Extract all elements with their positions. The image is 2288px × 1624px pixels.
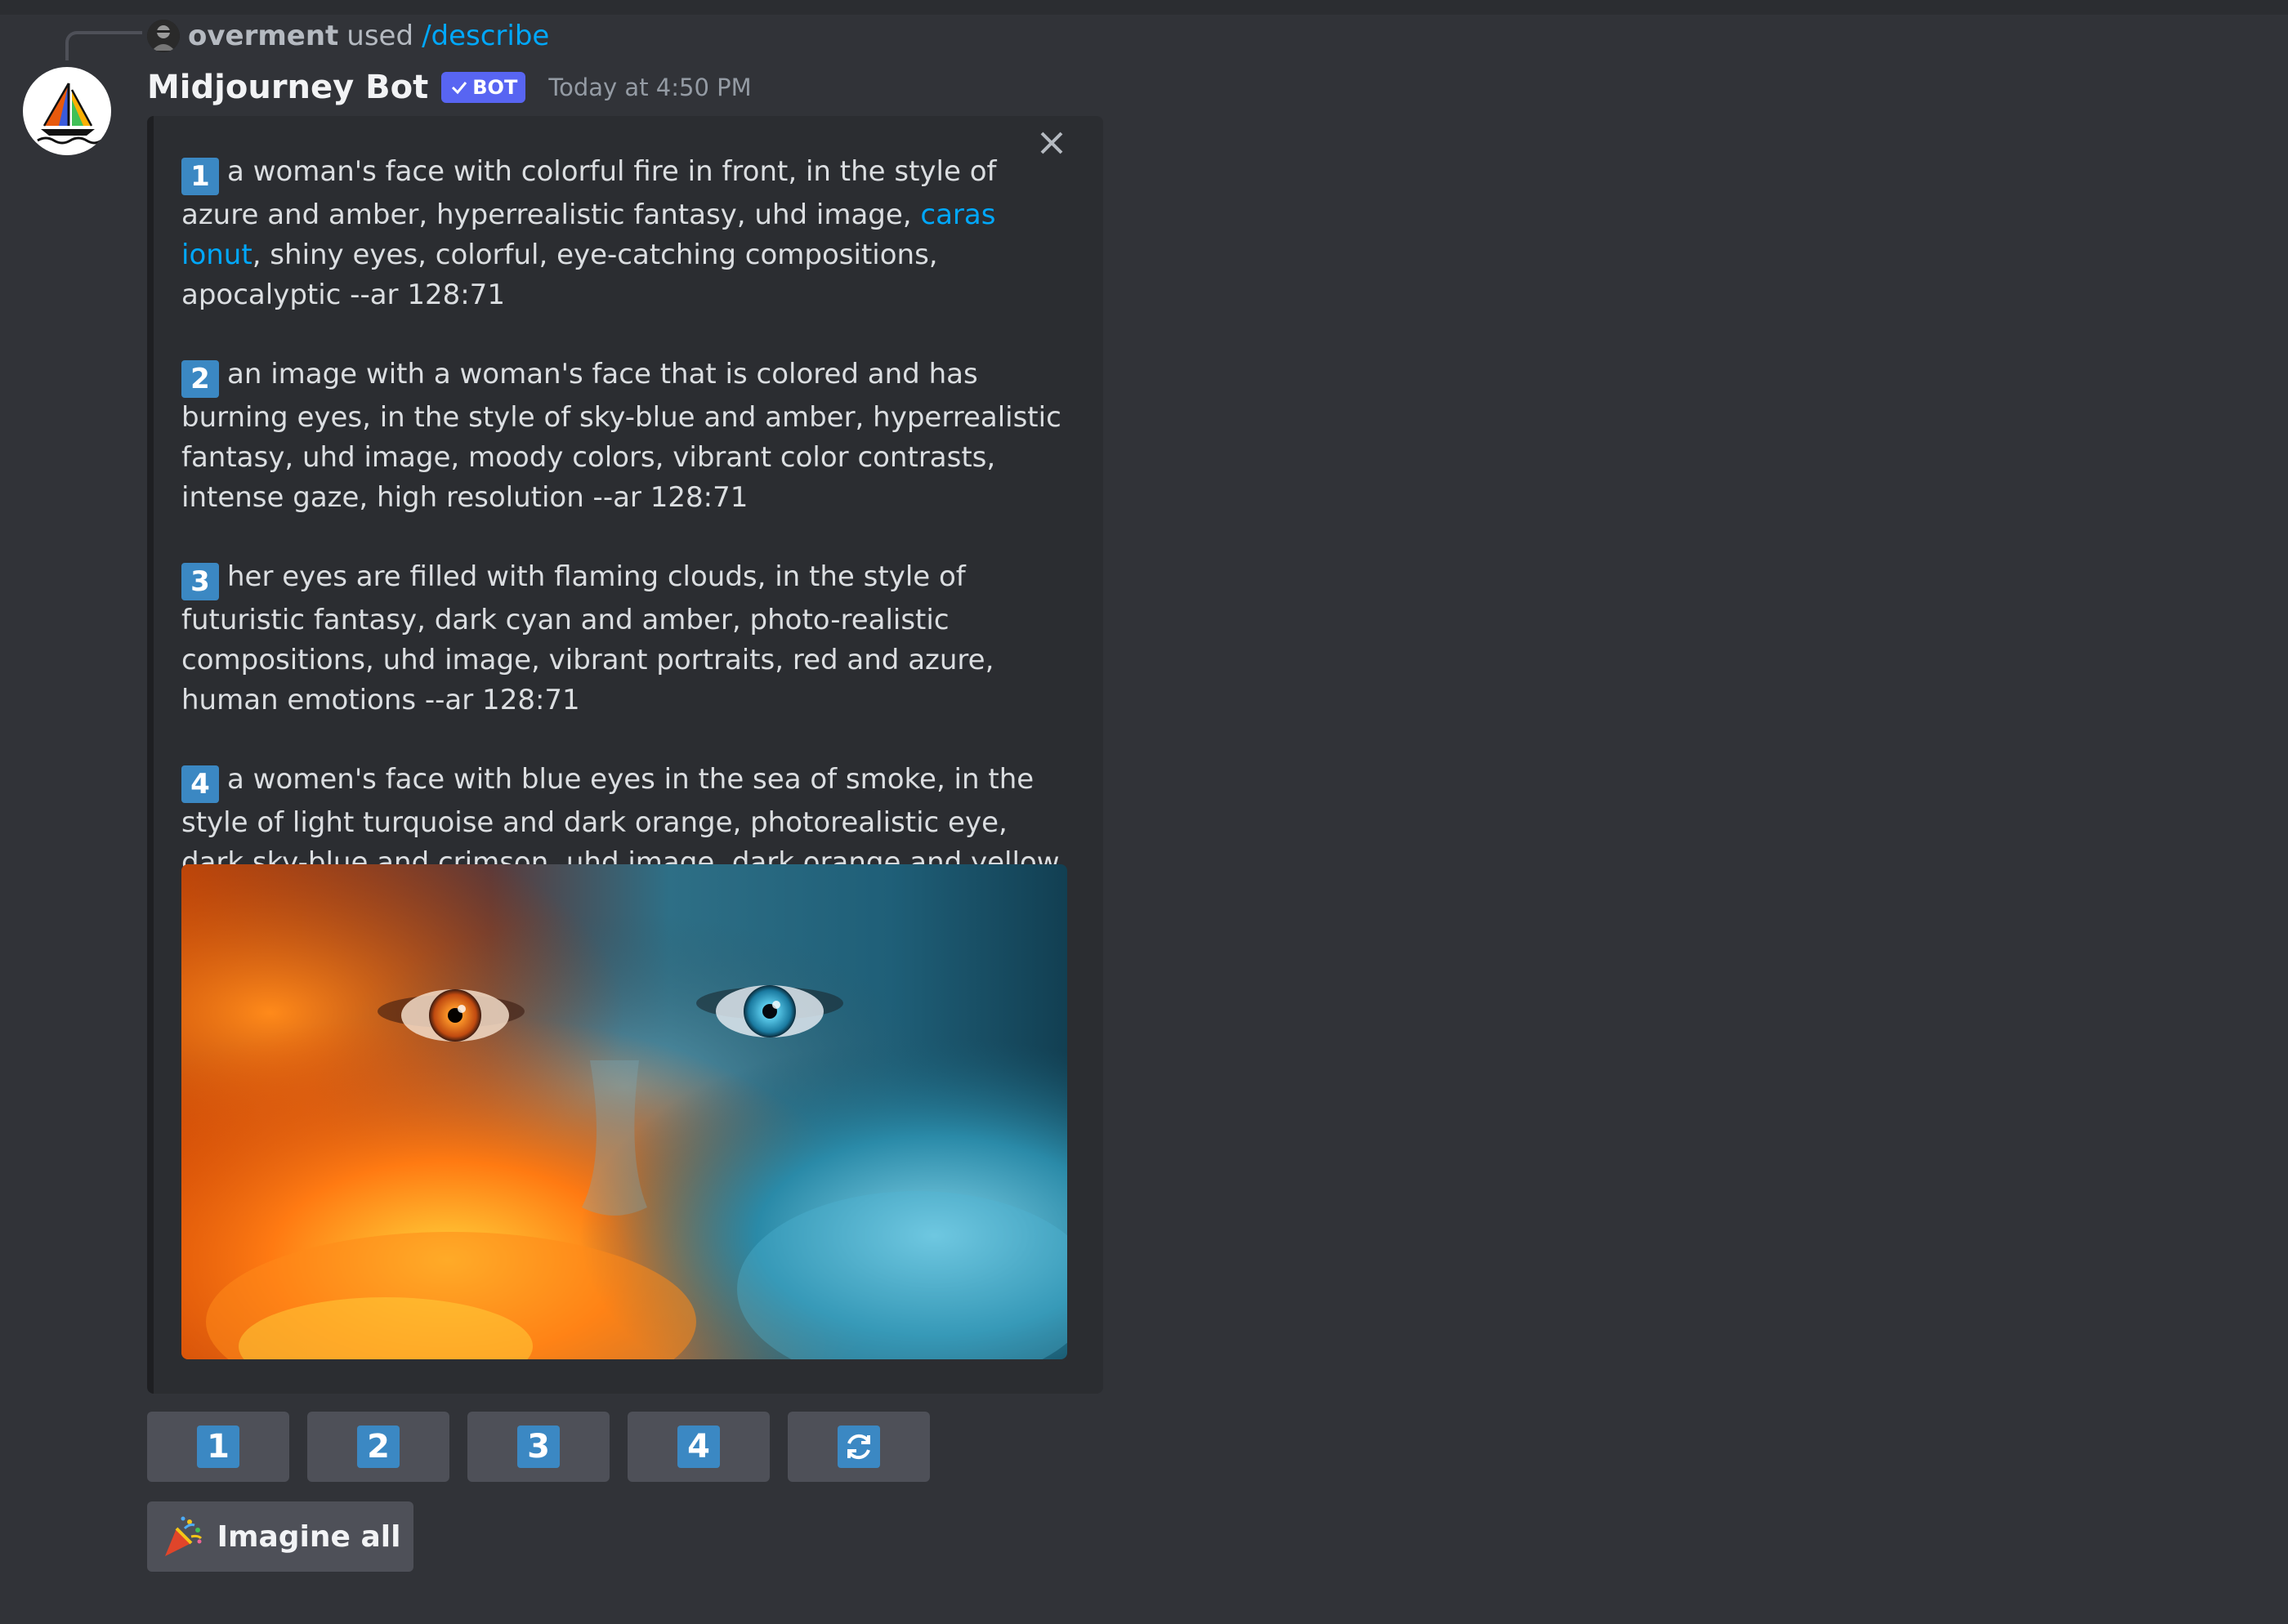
refresh-icon bbox=[838, 1425, 880, 1468]
bot-username[interactable]: Midjourney Bot bbox=[147, 69, 428, 106]
action-buttons: 1 2 3 4 bbox=[147, 1412, 930, 1482]
checkmark-icon bbox=[452, 82, 467, 95]
imagine-2-button[interactable]: 2 bbox=[307, 1412, 449, 1482]
imagine-all-label: Imagine all bbox=[217, 1519, 401, 1554]
reply-command[interactable]: /describe bbox=[422, 20, 549, 52]
reply-reference[interactable]: overment used /describe bbox=[147, 16, 549, 56]
bot-badge-label: BOT bbox=[472, 76, 518, 99]
description-item: 2 an image with a woman's face that is co… bbox=[181, 355, 1072, 518]
reply-connector bbox=[65, 31, 142, 60]
imagine-3-button[interactable]: 3 bbox=[467, 1412, 610, 1482]
keycap-1-icon: 1 bbox=[181, 158, 219, 195]
keycap-4-icon: 4 bbox=[677, 1425, 720, 1468]
reply-user-avatar[interactable] bbox=[147, 20, 180, 52]
imagine-4-button[interactable]: 4 bbox=[628, 1412, 770, 1482]
bot-avatar[interactable] bbox=[23, 67, 111, 155]
keycap-2-icon: 2 bbox=[181, 360, 219, 398]
keycap-1-icon: 1 bbox=[197, 1425, 239, 1468]
reply-username[interactable]: overment bbox=[188, 20, 338, 52]
bot-badge: BOT bbox=[441, 72, 526, 103]
message-timestamp[interactable]: Today at 4:50 PM bbox=[548, 74, 751, 101]
refresh-button[interactable] bbox=[788, 1412, 930, 1482]
description-text: her eyes are filled with flaming clouds,… bbox=[181, 560, 994, 716]
description-text: an image with a woman's face that is col… bbox=[181, 358, 1061, 514]
description-item: 3 her eyes are filled with flaming clouds… bbox=[181, 557, 1072, 721]
keycap-3-icon: 3 bbox=[181, 563, 219, 600]
descriptions: 1a woman's face with colorful fire in fr… bbox=[181, 152, 1072, 962]
imagine-1-button[interactable]: 1 bbox=[147, 1412, 289, 1482]
embed-image[interactable] bbox=[181, 864, 1067, 1359]
fire-face-image bbox=[181, 864, 1067, 1359]
describe-embed: 1a woman's face with colorful fire in fr… bbox=[147, 116, 1103, 1394]
description-item: 1a woman's face with colorful fire in fr… bbox=[181, 152, 1072, 315]
reply-used-text: used bbox=[346, 20, 414, 52]
keycap-2-icon: 2 bbox=[357, 1425, 400, 1468]
top-bar bbox=[0, 0, 2288, 15]
keycap-3-icon: 3 bbox=[517, 1425, 560, 1468]
message-header: Midjourney Bot BOT Today at 4:50 PM bbox=[147, 64, 752, 111]
keycap-4-icon: 4 bbox=[181, 765, 219, 803]
description-text: , shiny eyes, colorful, eye-catching com… bbox=[181, 239, 938, 311]
description-text: a woman's face with colorful fire in fro… bbox=[181, 155, 997, 231]
sailboat-logo-icon bbox=[37, 83, 102, 145]
party-popper-icon bbox=[164, 1516, 202, 1556]
imagine-all-button[interactable]: Imagine all bbox=[147, 1501, 413, 1572]
